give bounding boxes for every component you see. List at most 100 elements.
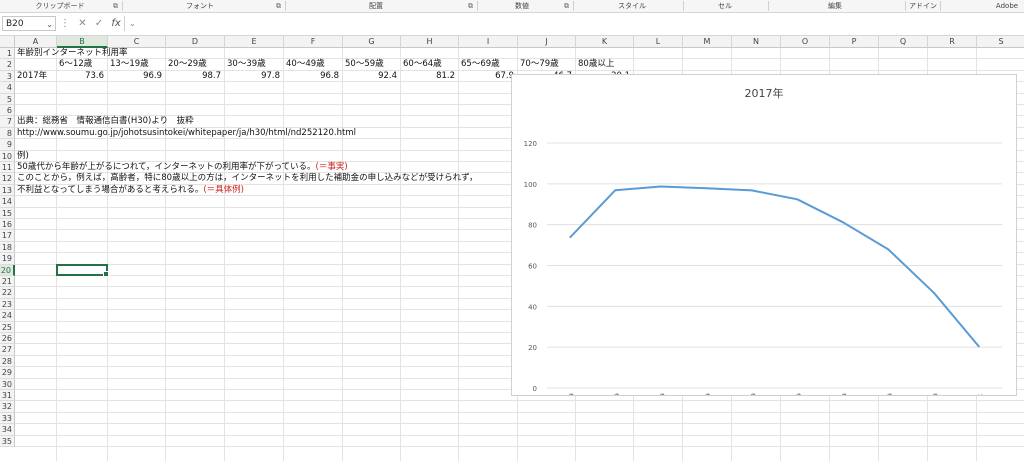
formula-input[interactable] (124, 16, 1021, 31)
row-header-22[interactable]: 22 (0, 287, 15, 299)
row-header-35[interactable]: 35 (0, 435, 15, 447)
row-header-9[interactable]: 9 (0, 139, 15, 151)
column-header-e[interactable]: E (225, 36, 284, 48)
column-header-a[interactable]: A (15, 36, 57, 48)
column-header-l[interactable]: L (634, 36, 683, 48)
cell-example-label[interactable]: 例) (17, 151, 29, 162)
ribbon-group-styles[interactable]: スタイル (592, 0, 672, 12)
row-header-3[interactable]: 3 (0, 70, 15, 83)
row-header-19[interactable]: 19 (0, 253, 15, 265)
number-launcher-icon[interactable]: ⧉ (564, 2, 569, 10)
chevron-down-icon[interactable]: ⌄ (46, 17, 53, 32)
row-header-28[interactable]: 28 (0, 355, 15, 368)
column-header-n[interactable]: N (732, 36, 781, 48)
row-header-21[interactable]: 21 (0, 276, 15, 288)
cell-a1-title[interactable]: 年齢別インターネット利用率 (17, 48, 128, 59)
alignment-launcher-icon[interactable]: ⧉ (468, 2, 473, 10)
column-header-i[interactable]: I (459, 36, 518, 48)
ribbon-group-cells[interactable]: セル (695, 0, 755, 12)
column-header-r[interactable]: R (928, 36, 977, 48)
row-header-6[interactable]: 6 (0, 105, 15, 117)
row-header-17[interactable]: 17 (0, 230, 15, 242)
cell-value[interactable]: 98.7 (166, 71, 221, 82)
insert-function-icon[interactable]: fx (111, 18, 120, 29)
series-line[interactable] (569, 185, 981, 348)
ribbon-group-adobe[interactable]: Adobe (990, 0, 1024, 12)
selected-cell-b20[interactable] (56, 263, 109, 277)
cell-age-header[interactable]: 30～39歳 (227, 59, 266, 70)
row-header-16[interactable]: 16 (0, 219, 15, 231)
row-header-5[interactable]: 5 (0, 93, 15, 105)
row-header-32[interactable]: 32 (0, 401, 15, 413)
cell-age-header[interactable]: 80歳以上 (578, 59, 614, 70)
column-header-p[interactable]: P (830, 36, 879, 48)
row-header-14[interactable]: 14 (0, 196, 15, 208)
clipboard-launcher-icon[interactable]: ⧉ (113, 2, 118, 10)
cell-age-header[interactable]: 70～79歳 (520, 59, 559, 70)
cell-age-header[interactable]: 6～12歳 (59, 59, 92, 70)
line-chart[interactable]: 2017年 0204060801001206～12歳13～19歳20～29歳30… (511, 74, 1017, 396)
row-header-11[interactable]: 11 (0, 162, 15, 174)
column-header-g[interactable]: G (343, 36, 401, 48)
row-header-34[interactable]: 34 (0, 424, 15, 436)
cell-year-label[interactable]: 2017年 (17, 71, 47, 82)
column-header-q[interactable]: Q (879, 36, 928, 48)
row-header-13[interactable]: 13 (0, 184, 15, 197)
ribbon-group-font[interactable]: フォント (160, 0, 240, 12)
font-launcher-icon[interactable]: ⧉ (276, 2, 281, 10)
cell-age-header[interactable]: 65～69歳 (461, 59, 500, 70)
cell-source[interactable]: 出典：総務省 情報通信白書(H30)より 抜粋 (17, 116, 194, 127)
cell-url[interactable]: http://www.soumu.go.jp/johotsusintokei/w… (17, 128, 356, 139)
cell-value[interactable]: 97.8 (225, 71, 280, 82)
fill-handle[interactable] (103, 270, 109, 277)
row-header-2[interactable]: 2 (0, 59, 15, 71)
column-header-d[interactable]: D (166, 36, 225, 48)
cell-value[interactable]: 92.4 (343, 71, 397, 82)
column-header-h[interactable]: H (401, 36, 459, 48)
row-header-29[interactable]: 29 (0, 367, 15, 379)
column-header-f[interactable]: F (284, 36, 343, 48)
row-header-23[interactable]: 23 (0, 298, 15, 311)
cell-age-header[interactable]: 13～19歳 (110, 59, 149, 70)
cell-value[interactable]: 96.9 (108, 71, 162, 82)
enter-icon[interactable]: ✓ (95, 18, 103, 29)
row-header-10[interactable]: 10 (0, 150, 15, 162)
select-all-corner[interactable] (0, 36, 15, 48)
row-header-18[interactable]: 18 (0, 241, 15, 254)
row-header-1[interactable]: 1 (0, 48, 15, 60)
cancel-icon[interactable]: ✕ (78, 18, 86, 29)
cell-value[interactable]: 96.8 (284, 71, 339, 82)
ribbon-group-editing[interactable]: 編集 (800, 0, 870, 12)
cell-age-header[interactable]: 60～64歳 (403, 59, 442, 70)
cell-value[interactable]: 73.6 (57, 71, 104, 82)
row-header-4[interactable]: 4 (0, 82, 15, 94)
row-header-33[interactable]: 33 (0, 412, 15, 425)
ribbon-group-clipboard[interactable]: クリップボード (20, 0, 100, 12)
column-header-c[interactable]: C (108, 36, 166, 48)
row-header-8[interactable]: 8 (0, 127, 15, 140)
row-header-7[interactable]: 7 (0, 116, 15, 128)
cell-age-header[interactable]: 40～49歳 (286, 59, 325, 70)
row-header-31[interactable]: 31 (0, 390, 15, 402)
more-options-icon[interactable]: ⋮ (60, 18, 70, 29)
ribbon-group-alignment[interactable]: 配置 (336, 0, 416, 12)
row-header-25[interactable]: 25 (0, 321, 15, 333)
name-box[interactable]: B20 ⌄ (2, 16, 56, 31)
row-header-15[interactable]: 15 (0, 207, 15, 219)
column-header-s[interactable]: S (977, 36, 1024, 48)
cell-reason-sentence[interactable]: このことから，例えば，高齢者，特に80歳以上の方は，インターネットを利用した補助… (17, 173, 478, 184)
column-header-k[interactable]: K (576, 36, 634, 48)
cell-value[interactable]: 67.9 (459, 71, 514, 82)
cell-age-header[interactable]: 20～29歳 (168, 59, 207, 70)
column-header-o[interactable]: O (781, 36, 830, 48)
cell-value[interactable]: 81.2 (401, 71, 455, 82)
column-header-m[interactable]: M (683, 36, 732, 48)
row-header-30[interactable]: 30 (0, 378, 15, 390)
row-header-12[interactable]: 12 (0, 173, 15, 185)
cell-fact-sentence[interactable]: 50歳代から年齢が上がるにつれて，インターネットの利用率が下がっている。(＝事実… (17, 162, 348, 173)
ribbon-group-number[interactable]: 数値 (482, 0, 562, 12)
column-header-b[interactable]: B (57, 36, 108, 48)
row-header-20[interactable]: 20 (0, 264, 15, 276)
cell-example-sentence[interactable]: 不利益となってしまう場合があると考えられる。(＝具体例) (17, 185, 244, 196)
row-header-27[interactable]: 27 (0, 344, 15, 356)
